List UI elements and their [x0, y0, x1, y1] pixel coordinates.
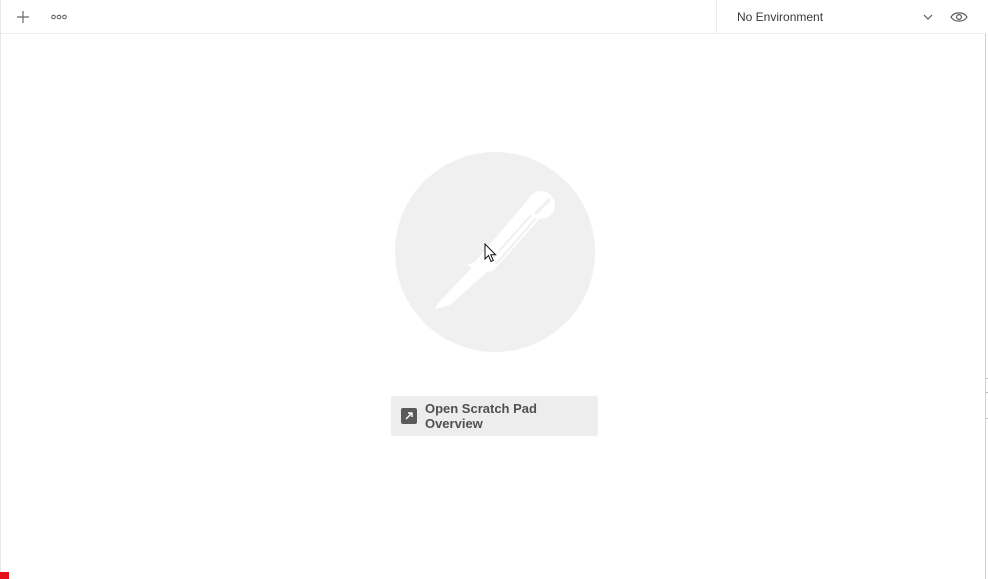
overview-button-label: Open Scratch Pad Overview [424, 401, 537, 431]
environment-selector[interactable]: No Environment [737, 3, 933, 31]
tab-bar: No Environment [1, 0, 986, 34]
mouse-cursor-icon [484, 243, 497, 263]
open-scratch-pad-overview-button[interactable]: Open Scratch Pad Overview [391, 396, 598, 436]
external-link-icon [401, 408, 417, 424]
plus-icon [17, 10, 29, 23]
chevron-down-icon [923, 14, 933, 20]
environment-section: No Environment [716, 0, 986, 33]
more-horizontal-icon [51, 14, 67, 19]
more-tabs-button[interactable] [45, 3, 73, 31]
status-marker [0, 572, 9, 579]
environment-quick-look-button[interactable] [947, 5, 971, 29]
new-tab-button[interactable] [9, 3, 37, 31]
scratch-pad-empty-state: Open Scratch Pad Overview [1, 34, 986, 579]
tab-actions [1, 0, 716, 33]
eye-icon [950, 11, 968, 22]
app-window: No Environment Open Scratch Pad Overview [0, 0, 986, 579]
environment-label: No Environment [737, 9, 824, 24]
